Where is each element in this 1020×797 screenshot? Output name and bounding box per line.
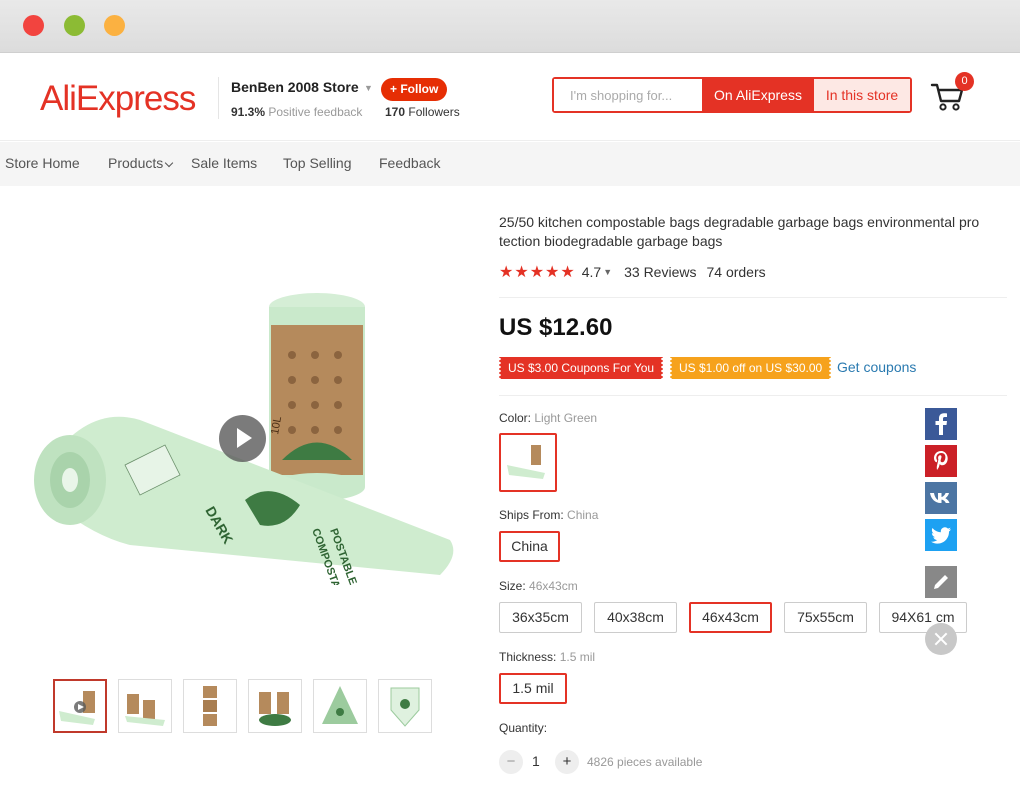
thickness-value: 1.5 mil: [559, 650, 596, 664]
pencil-icon: [934, 575, 948, 589]
size-option-75x55[interactable]: 75x55cm: [784, 602, 867, 633]
nav-sale-items[interactable]: Sale Items: [191, 155, 257, 171]
divider: [499, 297, 1007, 298]
nav-feedback[interactable]: Feedback: [379, 155, 440, 171]
nav-products-label: Products: [108, 155, 164, 171]
vk-icon: [930, 493, 950, 503]
rating-row: ★★★★★ 4.7 ▼ 33 Reviews 74 orders: [499, 263, 766, 281]
facebook-icon: [935, 413, 947, 435]
color-value: Light Green: [534, 411, 598, 425]
color-label: Color: Light Green: [499, 411, 597, 425]
quantity-decrease-button[interactable]: −: [499, 750, 523, 774]
ships-value: China: [567, 508, 599, 522]
ships-from-label: Ships From: China: [499, 508, 598, 522]
edit-share-button[interactable]: [925, 566, 957, 598]
nav-store-home[interactable]: Store Home: [5, 155, 80, 171]
thumbnail-3[interactable]: [183, 679, 237, 733]
thumbnail-5[interactable]: [313, 679, 367, 733]
pinterest-icon: [934, 451, 948, 470]
followers-label: Followers: [408, 105, 460, 119]
thumbnail-image: [390, 687, 420, 727]
size-label: Size: 46x43cm: [499, 579, 578, 593]
store-name[interactable]: BenBen 2008 Store: [231, 79, 359, 95]
quantity-value[interactable]: 1: [532, 753, 540, 769]
nav-products[interactable]: Products: [108, 155, 174, 171]
quantity-increase-button[interactable]: +: [555, 750, 579, 774]
twitter-icon: [931, 527, 951, 544]
store-dropdown-icon[interactable]: ▼: [364, 83, 373, 93]
search-bar: On AliExpress In this store: [552, 77, 912, 113]
followers-count: 170 Followers: [385, 105, 460, 119]
size-value: 46x43cm: [529, 579, 578, 593]
pinterest-share-button[interactable]: [925, 445, 957, 477]
header-divider: [218, 77, 219, 119]
size-label-text: Size:: [499, 579, 526, 593]
thumbnail-image: [59, 691, 95, 725]
play-video-button[interactable]: [219, 415, 266, 462]
search-input[interactable]: [554, 79, 702, 111]
get-coupons-link[interactable]: Get coupons: [837, 359, 916, 375]
thickness-label: Thickness: 1.5 mil: [499, 650, 595, 664]
reviews-link[interactable]: 33 Reviews: [624, 264, 696, 280]
close-share-button[interactable]: [925, 623, 957, 655]
thumbnail-2[interactable]: [118, 679, 172, 733]
positive-feedback: 91.3% Positive feedback: [231, 105, 362, 119]
color-swatch-image: [507, 445, 545, 479]
store-header: AliExpress BenBen 2008 Store ▼ + Follow …: [0, 53, 1020, 141]
followers-number: 170: [385, 105, 406, 119]
size-option-94x61[interactable]: 94X61 cm: [879, 602, 967, 633]
chevron-down-icon[interactable]: ▼: [603, 267, 612, 277]
nav-top-selling[interactable]: Top Selling: [283, 155, 352, 171]
thumbnail-1[interactable]: [53, 679, 107, 733]
thumbnail-image: [203, 686, 217, 726]
orders-count: 74 orders: [706, 264, 766, 280]
window-minimize-button[interactable]: [64, 15, 85, 36]
rating-value[interactable]: 4.7: [582, 264, 601, 280]
store-coupon-badge[interactable]: US $3.00 Coupons For You: [497, 357, 665, 379]
color-option-light-green[interactable]: [499, 433, 557, 492]
discount-coupon-badge[interactable]: US $1.00 off on US $30.00: [668, 357, 833, 379]
aliexpress-logo[interactable]: AliExpress: [40, 79, 196, 119]
twitter-share-button[interactable]: [925, 519, 957, 551]
store-nav: Store Home Products Sale Items Top Selli…: [0, 142, 1020, 186]
feedback-label: Positive feedback: [268, 105, 363, 119]
window-titlebar: [0, 0, 1020, 53]
size-option-36x35[interactable]: 36x35cm: [499, 602, 582, 633]
facebook-share-button[interactable]: [925, 408, 957, 440]
thickness-label-text: Thickness:: [499, 650, 557, 664]
thumbnail-image: [322, 686, 358, 724]
cart-button[interactable]: 0: [930, 72, 974, 113]
vk-share-button[interactable]: [925, 482, 957, 514]
thumbnail-image: [259, 692, 291, 726]
search-in-store-button[interactable]: In this store: [814, 79, 910, 111]
divider: [499, 395, 1007, 396]
ships-option-china[interactable]: China: [499, 531, 560, 562]
quantity-label: Quantity:: [499, 721, 548, 735]
feedback-percent: 91.3%: [231, 105, 266, 119]
rating-stars: ★★★★★: [499, 264, 576, 281]
window-close-button[interactable]: [23, 15, 44, 36]
cart-count-badge: 0: [955, 72, 974, 91]
size-option-40x38[interactable]: 40x38cm: [594, 602, 677, 633]
product-price: US $12.60: [499, 314, 613, 341]
thumbnail-6[interactable]: [378, 679, 432, 733]
pieces-available: 4826 pieces available: [587, 755, 703, 769]
thumbnail-4[interactable]: [248, 679, 302, 733]
chevron-down-icon: [165, 158, 174, 168]
window-maximize-button[interactable]: [104, 15, 125, 36]
ships-label-text: Ships From:: [499, 508, 564, 522]
thumbnail-image: [125, 694, 165, 726]
product-title: 25/50 kitchen compostable bags degradabl…: [499, 214, 980, 249]
follow-button[interactable]: + Follow: [381, 78, 448, 101]
color-label-text: Color:: [499, 411, 532, 425]
size-option-46x43[interactable]: 46x43cm: [689, 602, 772, 633]
thickness-option-1-5-mil[interactable]: 1.5 mil: [499, 673, 567, 704]
search-aliexpress-button[interactable]: On AliExpress: [702, 79, 814, 111]
